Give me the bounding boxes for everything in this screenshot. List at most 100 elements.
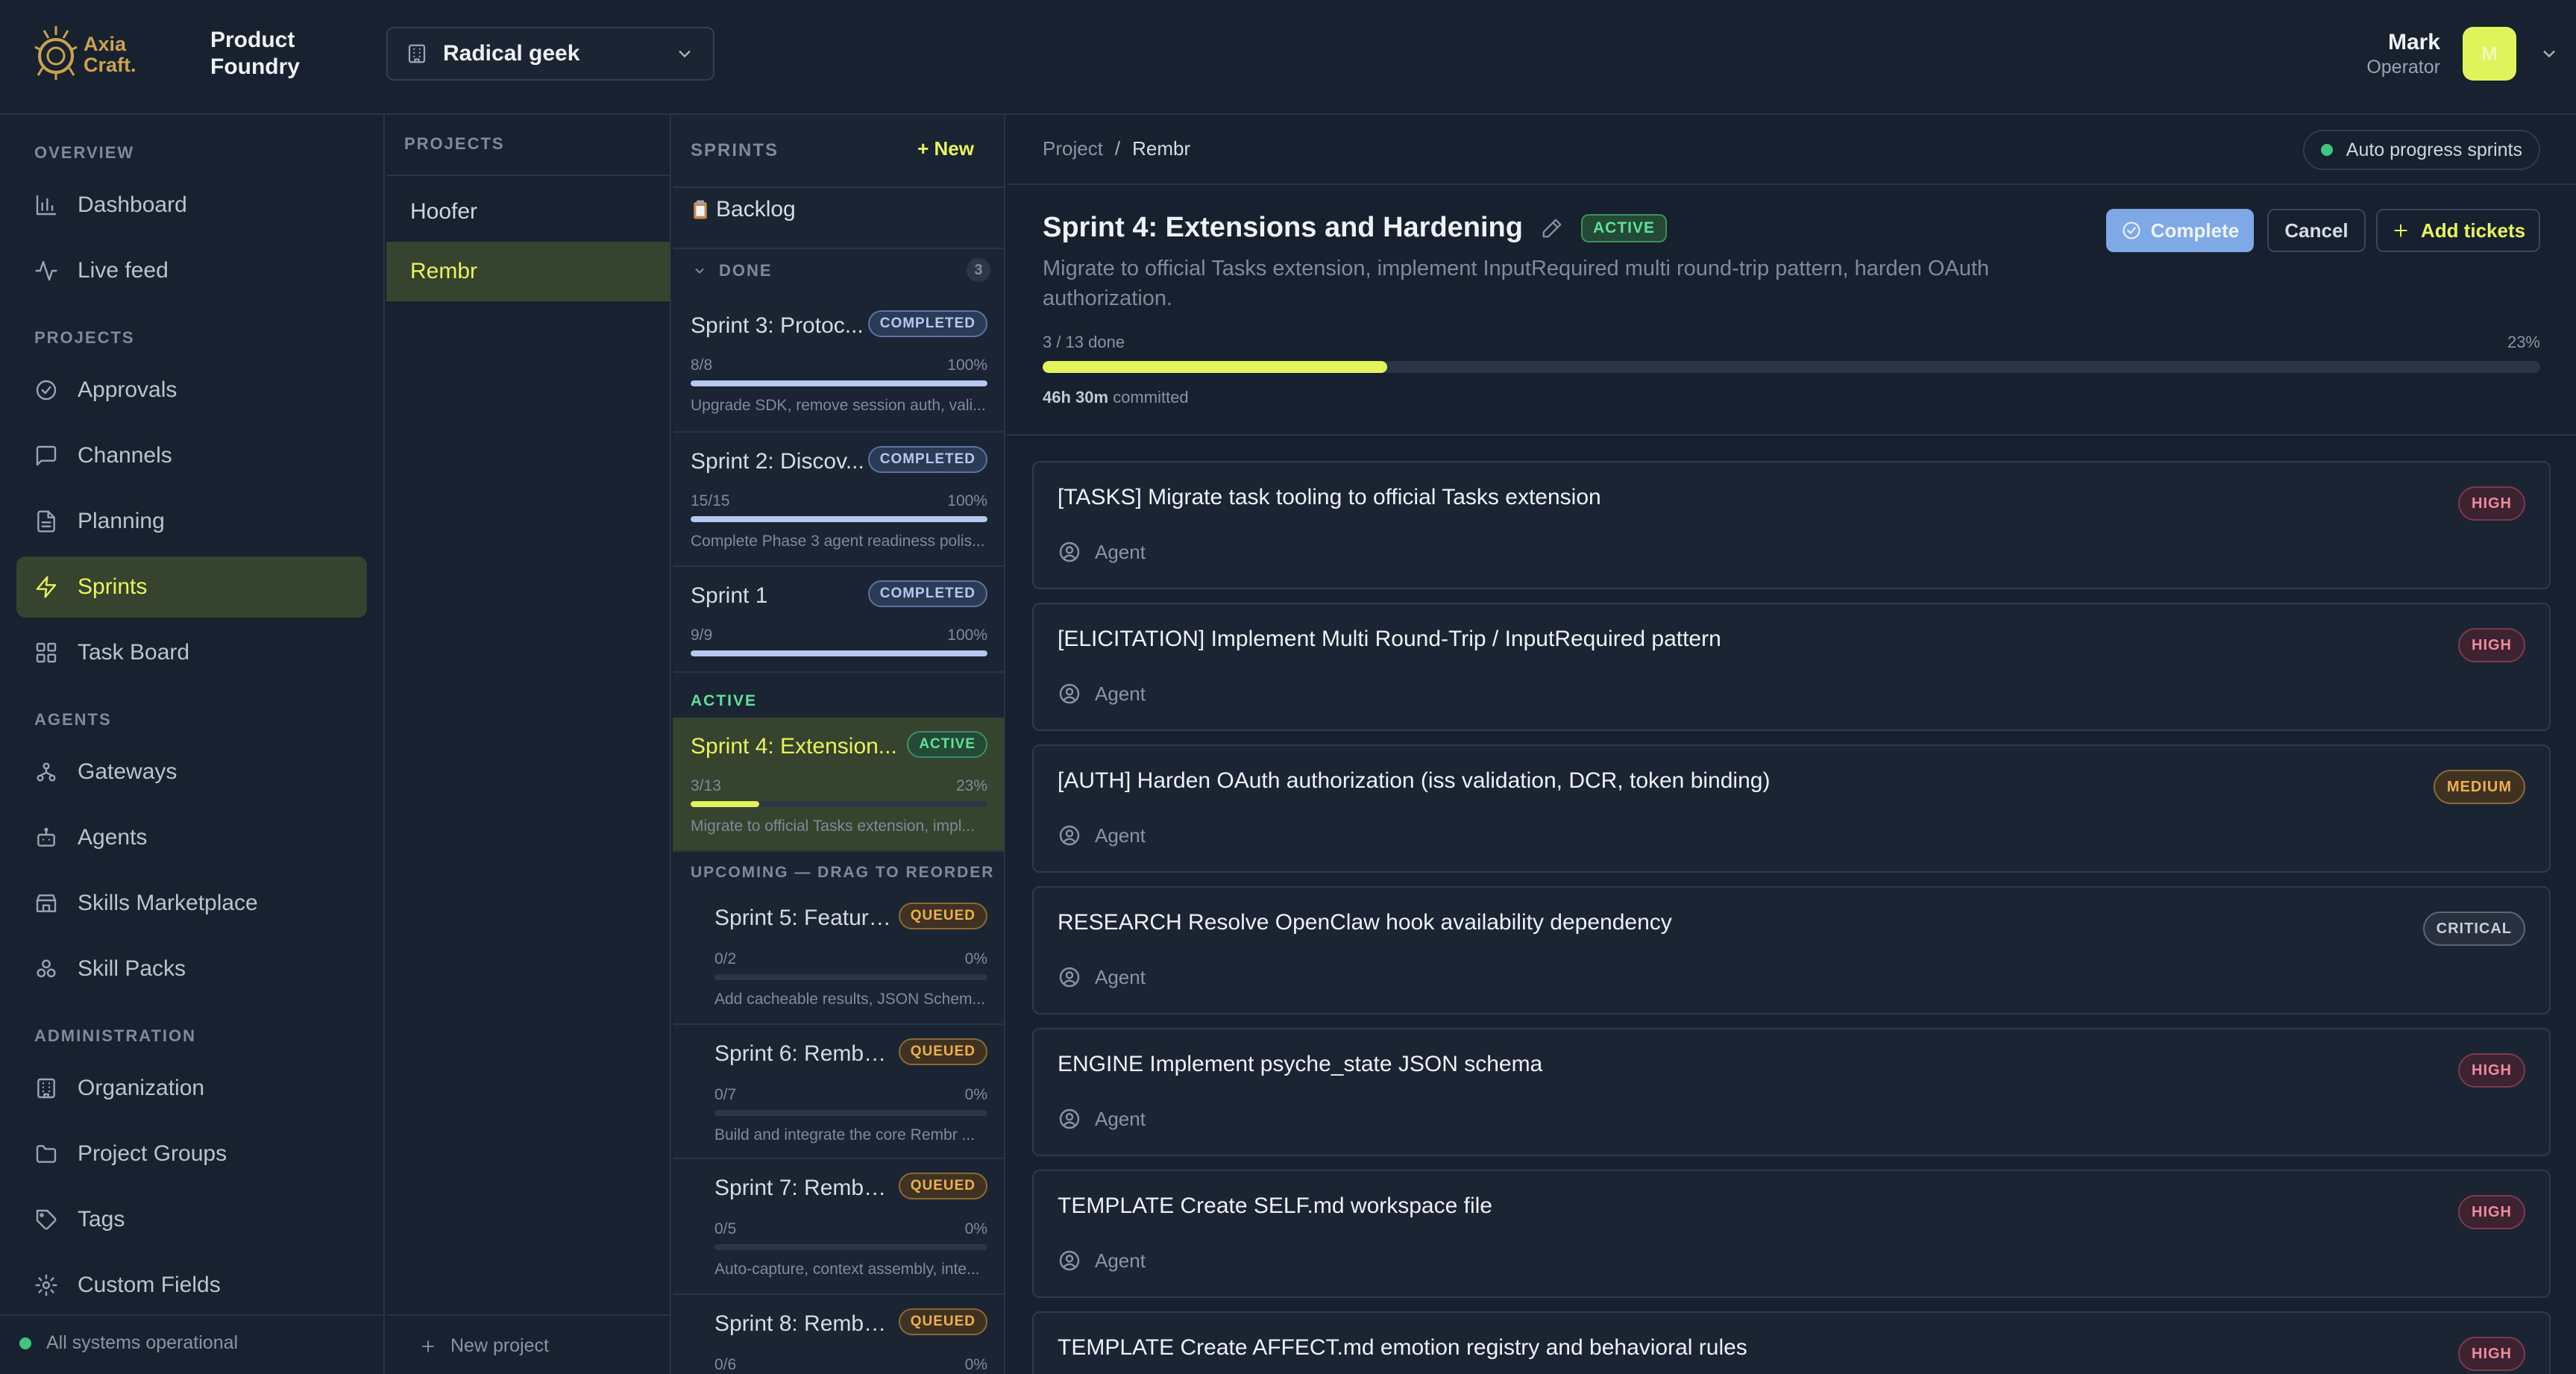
status-badge: COMPLETED (867, 446, 987, 473)
sidebar-item-project-groups[interactable]: Project Groups (16, 1123, 367, 1185)
sidebar-item-gateways[interactable]: Gateways (16, 741, 367, 803)
nav-section-overview: OVERVIEW (34, 143, 135, 162)
sprint-card-queued[interactable]: Sprint 5: Feature... QUEUED 0/2 0% Add c… (673, 889, 1004, 1025)
sidebar-item-custom-fields[interactable]: Custom Fields (16, 1255, 367, 1316)
project-item-hoofer[interactable]: Hoofer (386, 182, 670, 242)
sprint-card-queued[interactable]: Sprint 8: Rembr ... QUEUED 0/6 0% (673, 1295, 1004, 1374)
ticket-card[interactable]: [AUTH] Harden OAuth authorization (iss v… (1032, 744, 2551, 873)
sidebar-item-sprints[interactable]: Sprints (16, 556, 367, 618)
done-section-header[interactable]: DONE 3 (692, 258, 990, 282)
sidebar-item-label: Custom Fields (78, 1273, 221, 1297)
chevron-down-icon[interactable] (2539, 43, 2560, 64)
sidebar-item-approvals[interactable]: Approvals (16, 360, 367, 421)
divider (1007, 183, 2576, 185)
sprint-title: Sprint 4: Extension... (691, 734, 897, 759)
top-bar: Axia Craft. Product Foundry Radical geek… (0, 0, 2576, 115)
sprint-card-queued[interactable]: Sprint 6: Rembr ... QUEUED 0/7 0% Build … (673, 1025, 1004, 1159)
sprint-progress-fill (1043, 361, 1387, 373)
nav-section-projects: PROJECTS (34, 328, 135, 347)
sidebar-item-task-board[interactable]: Task Board (16, 622, 367, 683)
divider (673, 248, 1004, 249)
sidebar-item-label: Live feed (78, 258, 169, 283)
activity-icon (34, 259, 58, 283)
app-logo[interactable]: Axia Craft. (33, 13, 145, 95)
sidebar-item-label: Skill Packs (78, 956, 186, 981)
auto-progress-toggle[interactable]: Auto progress sprints (2302, 130, 2540, 170)
sprint-card[interactable]: Sprint 2: Discov... COMPLETED 15/15 100%… (673, 433, 1004, 567)
sprint-card-active[interactable]: Sprint 4: Extension... ACTIVE 3/13 23% M… (673, 718, 1004, 852)
system-status: All systems operational (19, 1332, 238, 1354)
divider (1007, 434, 2576, 436)
priority-badge: MEDIUM (2433, 770, 2525, 804)
status-badge: QUEUED (898, 903, 987, 929)
project-selector[interactable]: Radical geek (386, 27, 714, 81)
sprint-progress-bar (691, 516, 987, 522)
sidebar-item-label: Sprints (78, 574, 148, 599)
sprint-progress-fill (691, 801, 759, 807)
avatar[interactable]: M (2463, 27, 2516, 81)
ticket-card[interactable]: [TASKS] Migrate task tooling to official… (1032, 461, 2551, 589)
sprint-card[interactable]: Sprint 3: Protoc... COMPLETED 8/8 100% U… (673, 297, 1004, 433)
sidebar-item-label: Gateways (78, 759, 178, 784)
breadcrumb-project-link[interactable]: Project (1043, 137, 1103, 160)
ticket-card[interactable]: TEMPLATE Create AFFECT.md emotion regist… (1032, 1311, 2551, 1374)
sidebar-item-skill-packs[interactable]: Skill Packs (16, 938, 367, 1000)
check-circle-icon (34, 378, 58, 402)
sprint-card[interactable]: Sprint 1 COMPLETED 9/9 100% (673, 567, 1004, 673)
status-badge: QUEUED (898, 1038, 987, 1065)
ticket-card[interactable]: [ELICITATION] Implement Multi Round-Trip… (1032, 603, 2551, 731)
sprint-progress-bar (714, 974, 987, 980)
divider (0, 1314, 385, 1316)
ticket-card[interactable]: ENGINE Implement psyche_state JSON schem… (1032, 1028, 2551, 1156)
user-circle-icon (1058, 682, 1081, 706)
active-section-header: ACTIVE (691, 692, 758, 709)
sprint-progress-pct: 23% (955, 777, 987, 794)
sprint-progress-pct: 0% (964, 1356, 987, 1373)
sprint-title: Sprint 8: Rembr ... (714, 1311, 893, 1336)
sprint-progress-fill (691, 650, 987, 656)
complete-button-label: Complete (2150, 219, 2240, 242)
sidebar-item-label: Organization (78, 1076, 205, 1100)
new-sprint-button[interactable]: + New (917, 137, 974, 160)
sprint-title: Sprint 7: Rembr ... (714, 1176, 893, 1200)
complete-button[interactable]: Complete (2106, 209, 2254, 252)
sidebar-item-label: Project Groups (78, 1141, 227, 1166)
user-menu[interactable]: Mark Operator M (2366, 25, 2555, 82)
sidebar-item-dashboard[interactable]: Dashboard (16, 175, 367, 236)
upcoming-section-header: UPCOMING — DRAG TO REORDER (691, 864, 995, 881)
sidebar-item-planning[interactable]: Planning (16, 491, 367, 552)
add-tickets-button[interactable]: Add tickets (2376, 209, 2540, 252)
ticket-card[interactable]: RESEARCH Resolve OpenClaw hook availabil… (1032, 886, 2551, 1014)
tag-icon (34, 1208, 58, 1232)
pencil-icon[interactable] (1541, 217, 1563, 239)
sprint-detail: Project / Rembr Auto progress sprints Sp… (1007, 115, 2576, 1374)
sprint-description: Migrate to official Tasks extension, imp… (691, 818, 975, 835)
sprints-header: SPRINTS (691, 140, 779, 160)
progress-label: 3 / 13 done (1043, 333, 1125, 351)
sprint-title: Sprint 2: Discov... (691, 449, 864, 474)
sprint-progress-bar (714, 1244, 987, 1250)
ticket-card[interactable]: TEMPLATE Create SELF.md workspace file Ag… (1032, 1170, 2551, 1298)
done-section-label: DONE (719, 261, 773, 280)
sidebar-item-channels[interactable]: Channels (16, 425, 367, 486)
ticket-assignee-label: Agent (1095, 965, 1146, 988)
ticket-title: TEMPLATE Create AFFECT.md emotion regist… (1058, 1335, 1747, 1360)
sidebar-item-organization[interactable]: Organization (16, 1058, 367, 1119)
settings-icon (34, 1273, 58, 1297)
sidebar-item-skills-marketplace[interactable]: Skills Marketplace (16, 873, 367, 934)
sprint-card-queued[interactable]: Sprint 7: Rembr ... QUEUED 0/5 0% Auto-c… (673, 1159, 1004, 1295)
sprint-progress-pct: 100% (947, 492, 987, 509)
bar-chart-icon (34, 193, 58, 217)
sidebar-item-agents[interactable]: Agents (16, 807, 367, 868)
backlog-item[interactable]: Backlog (689, 197, 796, 222)
divider (673, 186, 1004, 188)
project-selector-label: Radical geek (443, 41, 580, 66)
new-project-button[interactable]: New project (419, 1335, 549, 1357)
sidebar-item-tags[interactable]: Tags (16, 1189, 367, 1250)
projects-panel: PROJECTS Hoofer Rembr New project (386, 115, 671, 1374)
sidebar-item-live-feed[interactable]: Live feed (16, 240, 367, 301)
ticket-assignee-label: Agent (1095, 1107, 1146, 1130)
cancel-button[interactable]: Cancel (2267, 209, 2366, 252)
sidebar-item-label: Dashboard (78, 192, 187, 217)
project-item-rembr[interactable]: Rembr (386, 242, 670, 301)
